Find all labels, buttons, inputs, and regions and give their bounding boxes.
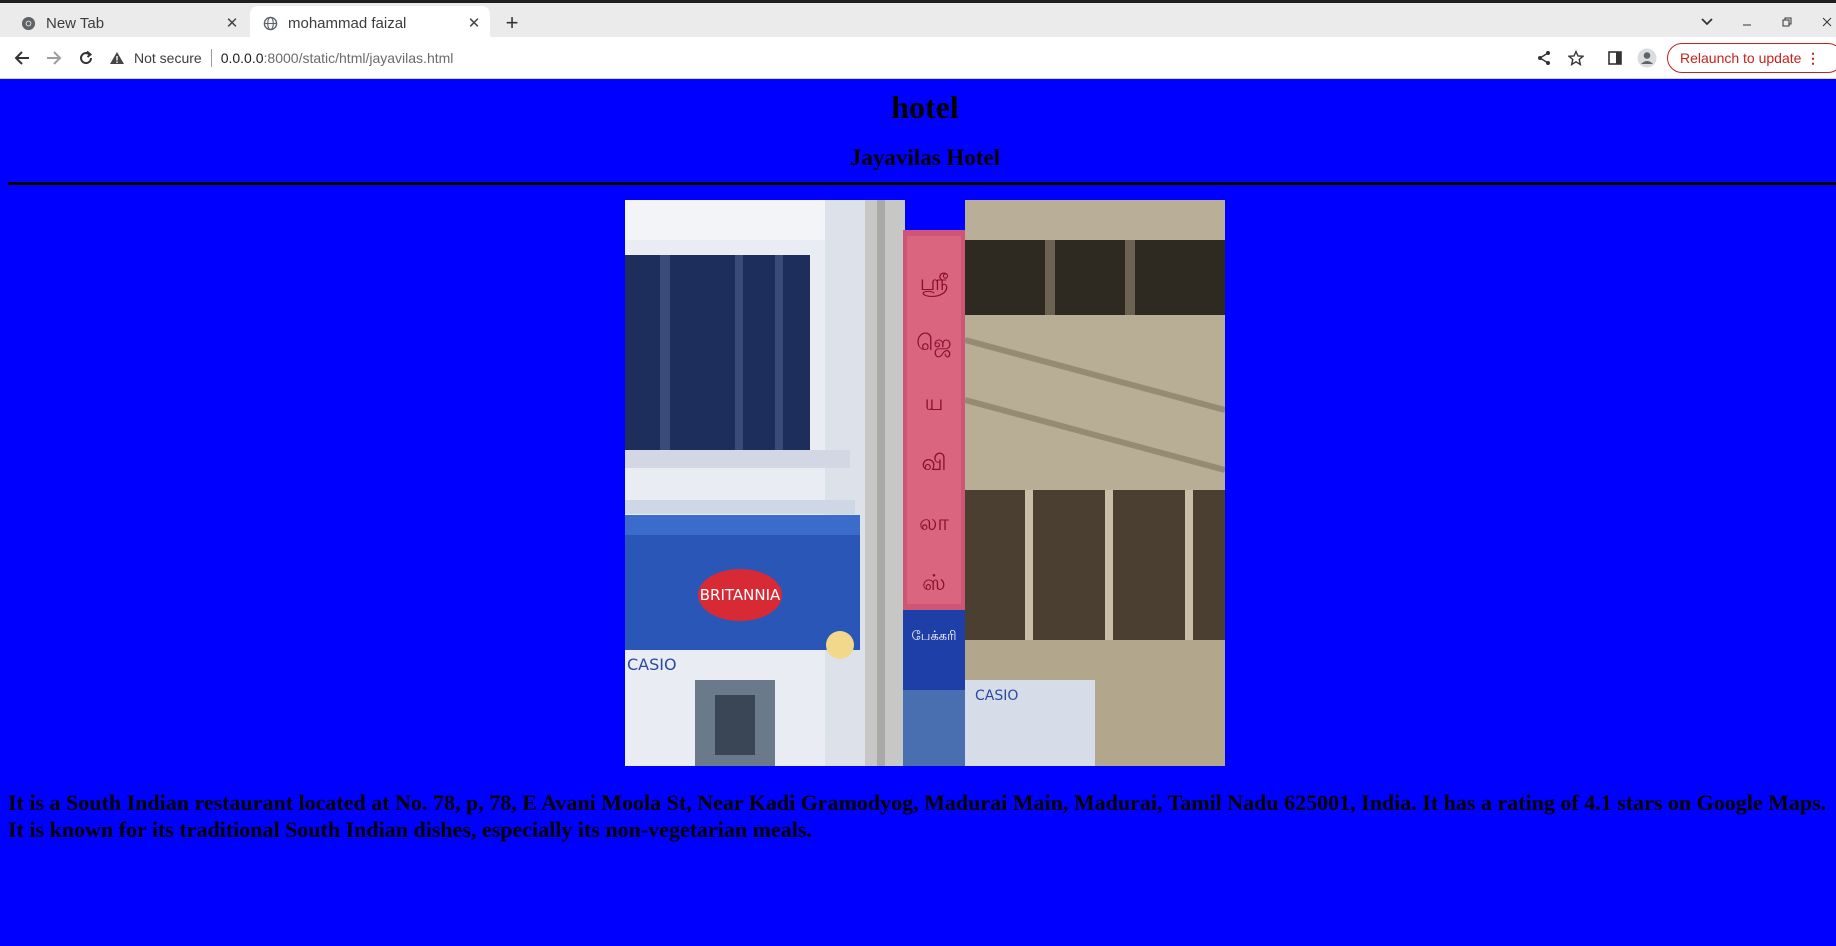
url-host: 0.0.0.0 xyxy=(220,50,264,66)
share-icon[interactable] xyxy=(1530,44,1558,72)
svg-text:லா: லா xyxy=(919,511,949,536)
casio-sign-right: CASIO xyxy=(975,688,1018,704)
page-content: hotel Jayavilas Hotel BRITANNIA CASIO ஸ்… xyxy=(0,79,1836,946)
hotel-description: It is a South Indian restaurant located … xyxy=(8,790,1827,842)
divider xyxy=(8,182,1836,185)
close-icon[interactable]: ✕ xyxy=(222,13,242,33)
address-separator xyxy=(210,49,212,67)
photo-sign-mid: பேக்கரி xyxy=(912,629,957,644)
banner-brand: BRITANNIA xyxy=(700,586,781,604)
svg-text:ஜெ: ஜெ xyxy=(916,331,951,357)
back-arrow-icon[interactable] xyxy=(8,44,36,72)
profile-avatar-icon[interactable] xyxy=(1633,44,1661,72)
restore-icon[interactable] xyxy=(1772,9,1802,35)
svg-text:ஸ்: ஸ் xyxy=(922,571,946,596)
tab-new-tab[interactable]: New Tab ✕ xyxy=(8,6,248,40)
address-bar[interactable]: Not secure 0.0.0.0:8000/static/html/jaya… xyxy=(108,43,1508,73)
page-title: hotel xyxy=(891,89,959,125)
reload-icon[interactable] xyxy=(72,44,100,72)
warning-icon[interactable] xyxy=(108,51,126,65)
chrome-icon xyxy=(20,15,36,31)
forward-arrow-icon[interactable] xyxy=(40,44,68,72)
globe-icon xyxy=(262,15,278,31)
relaunch-label: Relaunch to update xyxy=(1680,50,1802,66)
svg-text:வி: வி xyxy=(921,451,946,476)
casio-sign-left: CASIO xyxy=(627,655,677,674)
browser-toolbar: Not secure 0.0.0.0:8000/static/html/jaya… xyxy=(0,37,1836,79)
url-path: :8000/static/html/jayavilas.html xyxy=(263,50,454,66)
bookmark-star-icon[interactable] xyxy=(1562,44,1590,72)
tab-search-icon[interactable] xyxy=(1692,9,1722,35)
minimize-icon[interactable] xyxy=(1732,9,1762,35)
new-tab-button[interactable]: + xyxy=(498,9,526,37)
svg-text:ய: ய xyxy=(925,391,944,416)
tab-title: New Tab xyxy=(46,14,105,32)
tab-title: mohammad faizal xyxy=(288,14,407,32)
window-close-icon[interactable] xyxy=(1812,9,1836,35)
security-label[interactable]: Not secure xyxy=(134,50,202,66)
hotel-photo: BRITANNIA CASIO ஸ்ரீ ஜெ ய வி லா ஸ் பேக்க… xyxy=(625,200,1225,766)
page-subtitle: Jayavilas Hotel xyxy=(849,145,1001,170)
menu-dots-icon[interactable]: ⋮ xyxy=(1806,50,1820,67)
side-panel-icon[interactable] xyxy=(1601,44,1629,72)
tab-mohammad-faizal[interactable]: mohammad faizal ✕ xyxy=(250,6,490,40)
relaunch-to-update-button[interactable]: Relaunch to update ⋮ xyxy=(1667,43,1836,73)
tab-strip: New Tab ✕ mohammad faizal ✕ + xyxy=(0,0,1836,40)
close-icon[interactable]: ✕ xyxy=(464,13,484,33)
svg-text:ஸ்ரீ: ஸ்ரீ xyxy=(920,271,949,297)
